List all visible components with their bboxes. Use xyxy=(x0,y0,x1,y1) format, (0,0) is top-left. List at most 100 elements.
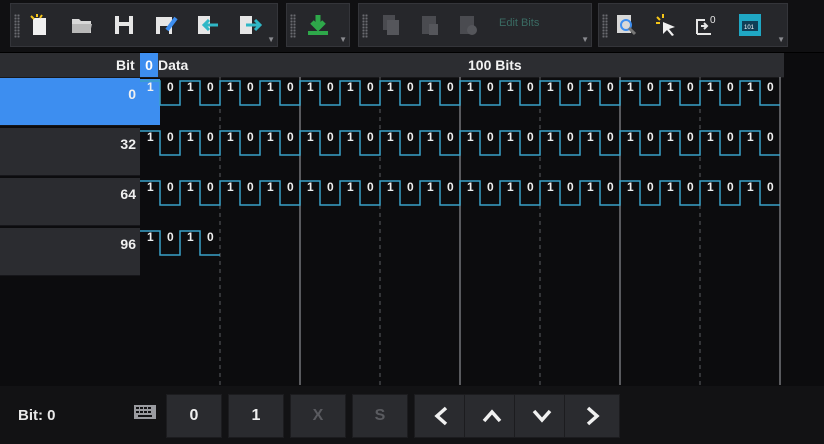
bit-value-label: 1 xyxy=(707,80,714,94)
bit-position-status: Bit: 0 xyxy=(18,407,56,424)
download-button[interactable] xyxy=(303,10,333,40)
bit-value-label: 0 xyxy=(287,130,294,144)
bit-value-label: 0 xyxy=(367,130,374,144)
export-button[interactable] xyxy=(235,10,265,40)
bit-status-value: 0 xyxy=(47,407,56,424)
zoom-button[interactable] xyxy=(611,10,641,40)
paste-button[interactable] xyxy=(415,10,445,40)
bit-value-label: 1 xyxy=(307,80,314,94)
toolbar-grip[interactable] xyxy=(362,14,368,38)
row-offset-label[interactable]: 32 xyxy=(0,128,140,176)
bit-value-label: 0 xyxy=(207,130,214,144)
open-button[interactable] xyxy=(67,10,97,40)
bit-value-label: 0 xyxy=(607,130,614,144)
toolbar-overflow-icon[interactable]: ▼ xyxy=(581,36,589,44)
toolbar-overflow-icon[interactable]: ▼ xyxy=(339,36,347,44)
bit-value-label: 0 xyxy=(247,180,254,194)
move-right-button[interactable] xyxy=(564,394,620,438)
bit-value-label: 0 xyxy=(527,180,534,194)
bit-value-label: 1 xyxy=(267,180,274,194)
bit-value-label: 1 xyxy=(387,180,394,194)
row-offset-label[interactable]: 96 xyxy=(0,228,140,276)
bit-value-label: 0 xyxy=(407,180,414,194)
bit-value-label: 1 xyxy=(347,130,354,144)
paste-special-icon xyxy=(460,16,477,35)
toolbar-grip[interactable] xyxy=(602,14,608,38)
bit-value-label: 0 xyxy=(287,80,294,94)
bit-value-label: 1 xyxy=(147,130,154,144)
binary-view-button[interactable]: 101 xyxy=(735,10,765,40)
bit-value-label: 0 xyxy=(367,80,374,94)
bit-value-label: 1 xyxy=(427,130,434,144)
bit-waveform-grid[interactable]: 1010101010101010101010101010101010101010… xyxy=(140,77,784,385)
toolbar-group-clipboard: Edit Bits ▼ xyxy=(358,3,592,47)
bit-value-label: 1 xyxy=(547,130,554,144)
toolbar-grip[interactable] xyxy=(290,14,296,38)
new-file-button[interactable] xyxy=(25,10,55,40)
toolbar-grip[interactable] xyxy=(14,14,20,38)
bit-value-label: 1 xyxy=(467,180,474,194)
row-offset-label[interactable]: 64 xyxy=(0,178,140,226)
bit-value-label: 1 xyxy=(267,130,274,144)
set-zero-button[interactable]: 0 xyxy=(166,394,222,438)
svg-text:101: 101 xyxy=(744,25,755,31)
column-header: Bit Data 0 100 Bits xyxy=(0,53,784,78)
bit-value-label: 1 xyxy=(507,130,514,144)
selected-bit-marker[interactable]: 0 xyxy=(140,53,158,77)
bit-column-header: Bit xyxy=(116,57,135,73)
save-button[interactable] xyxy=(109,10,139,40)
toolbar-overflow-icon[interactable]: ▼ xyxy=(267,36,275,44)
select-cursor-icon xyxy=(656,14,675,36)
bit-value-label: 1 xyxy=(507,180,514,194)
bit-value-label: 1 xyxy=(547,80,554,94)
bit-value-label: 0 xyxy=(767,180,774,194)
select-button[interactable] xyxy=(651,10,681,40)
set-x-button[interactable]: X xyxy=(290,394,346,438)
toolbar-group-download: ▼ xyxy=(286,3,350,47)
bit-value-label: 1 xyxy=(667,130,674,144)
set-bit-zero-icon: 0 xyxy=(696,15,716,35)
bit-value-label: 1 xyxy=(187,80,194,94)
bit-value-label: 1 xyxy=(587,180,594,194)
bit-value-label: 0 xyxy=(447,130,454,144)
save-as-button[interactable] xyxy=(151,10,181,40)
bit-value-label: 1 xyxy=(667,80,674,94)
bit-value-label: 1 xyxy=(347,80,354,94)
bit-value-label: 0 xyxy=(487,80,494,94)
row-offset-text: 64 xyxy=(120,186,136,202)
toolbar: ▼ ▼ Edit Bits ▼ 0 101 ▼ xyxy=(0,0,824,53)
set-s-button[interactable]: S xyxy=(352,394,408,438)
bit-value-label: 1 xyxy=(427,80,434,94)
bit-value-label: 0 xyxy=(247,80,254,94)
set-bit-zero-button[interactable]: 0 xyxy=(691,10,721,40)
bit-value-label: 0 xyxy=(167,130,174,144)
bit-value-label: 0 xyxy=(607,80,614,94)
set-one-button[interactable]: 1 xyxy=(228,394,284,438)
move-up-button[interactable] xyxy=(464,394,520,438)
waveform-canvas[interactable]: 1 0 1 0 1 0 1 0 1 0 1 0 1 0 1 0 1 0 1 0 1 0 1 0 1 0 1 0 1 0 1 01 0 1 0 1 0 1 0… xyxy=(140,77,784,385)
row-offset-text: 32 xyxy=(120,136,136,152)
bit-value-label: 0 xyxy=(767,130,774,144)
bit-value-label: 1 xyxy=(187,180,194,194)
row-offset-label[interactable]: 0 xyxy=(0,78,140,126)
bit-waveform-line xyxy=(140,180,780,206)
bit-value-label: 1 xyxy=(387,130,394,144)
paste-special-button[interactable] xyxy=(453,10,483,40)
keyboard-icon[interactable] xyxy=(133,402,157,422)
move-down-button[interactable] xyxy=(514,394,570,438)
bit-value-label: 0 xyxy=(367,180,374,194)
toolbar-overflow-icon[interactable]: ▼ xyxy=(777,36,785,44)
import-button[interactable] xyxy=(193,10,223,40)
bit-value-label: 0 xyxy=(167,230,174,244)
bit-value-label: 0 xyxy=(167,180,174,194)
bit-value-label: 0 xyxy=(527,80,534,94)
bit-value-label: 0 xyxy=(607,180,614,194)
row-offset-text: 0 xyxy=(128,86,136,102)
bit-value-label: 0 xyxy=(487,130,494,144)
bit-value-label: 0 xyxy=(407,80,414,94)
bit-value-label: 1 xyxy=(187,130,194,144)
move-left-button[interactable] xyxy=(414,394,470,438)
export-icon xyxy=(240,16,263,34)
bit-value-label: 1 xyxy=(667,180,674,194)
copy-button[interactable] xyxy=(375,10,405,40)
